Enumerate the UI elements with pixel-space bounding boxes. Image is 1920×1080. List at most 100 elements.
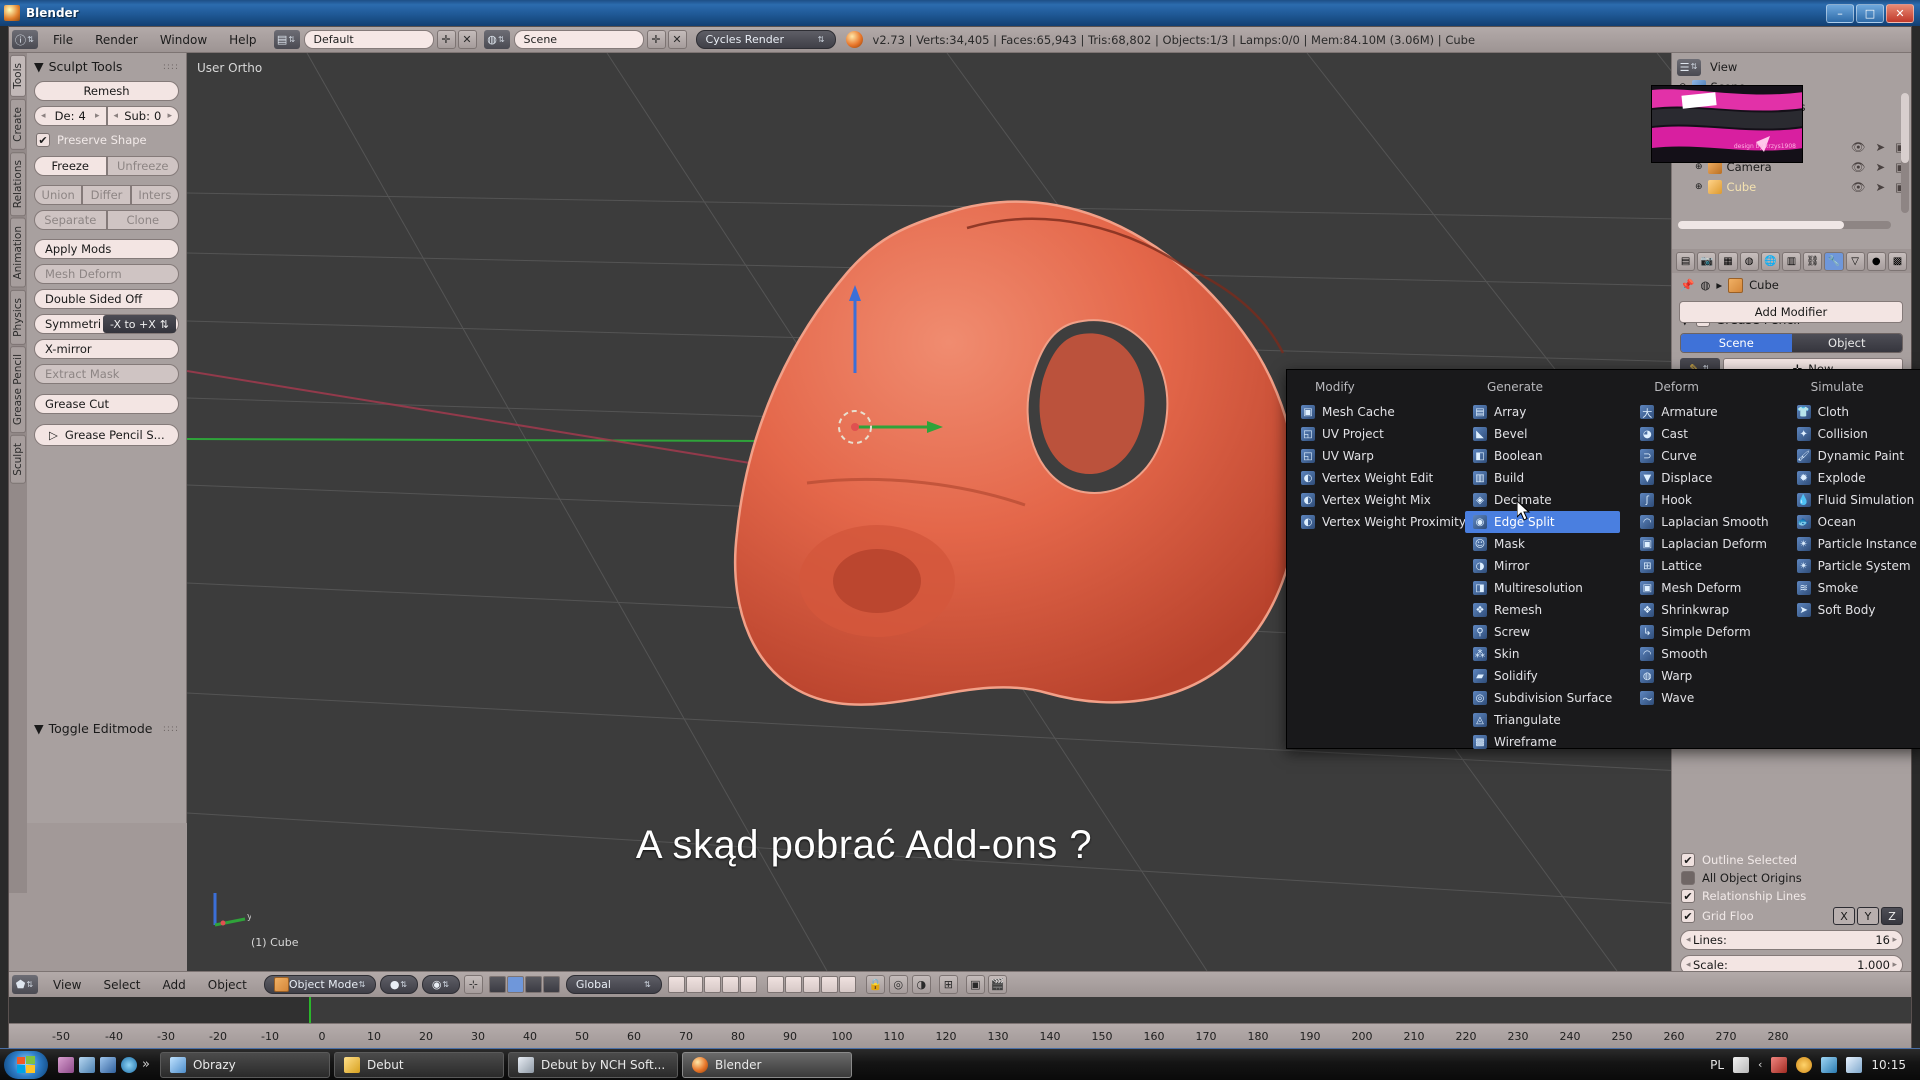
manipulator-rotate-toggle[interactable] <box>524 976 542 993</box>
snap-during-transform-button[interactable]: ⊹ <box>463 975 483 994</box>
layer-button[interactable] <box>739 976 757 993</box>
tab-render-layers[interactable]: ▦ <box>1718 251 1738 271</box>
mesh-deform-button[interactable]: Mesh Deform <box>34 264 179 284</box>
menu-item-build[interactable]: ▥ Build <box>1465 467 1620 489</box>
menu-item-uv-project[interactable]: ◱ UV Project <box>1293 423 1453 445</box>
menu-item-vertex-weight-edit[interactable]: ◐ Vertex Weight Edit <box>1293 467 1453 489</box>
snap-target-button[interactable]: ⊞ <box>938 975 958 994</box>
remesh-button[interactable]: Remesh <box>34 81 179 101</box>
differ-button[interactable]: Differ <box>82 185 131 205</box>
menu-item-mesh-cache[interactable]: ▣ Mesh Cache <box>1293 401 1453 423</box>
tab-render[interactable]: 📷 <box>1697 251 1717 271</box>
outliner-visibility-toggles[interactable]: 👁 ➤ ▣ <box>1851 140 1906 154</box>
manipulator-toggle-group[interactable] <box>488 976 560 993</box>
menu-item-multiresolution[interactable]: ◨ Multiresolution <box>1465 577 1620 599</box>
quick-launch-bar[interactable]: » <box>52 1056 156 1073</box>
tab-modifiers[interactable]: 🔧 <box>1824 251 1844 271</box>
scene-browse-icon[interactable]: ◍ ⇅ <box>483 30 510 49</box>
grease-cut-button[interactable]: Grease Cut <box>34 394 179 414</box>
recorder-icon[interactable] <box>1771 1056 1788 1073</box>
menu-item-explode[interactable]: ✹ Explode <box>1789 467 1920 489</box>
separate-button[interactable]: Separate <box>34 210 107 230</box>
menu-item-boolean[interactable]: ◧ Boolean <box>1465 445 1620 467</box>
layer-button[interactable] <box>685 976 703 993</box>
menu-item-dynamic-paint[interactable]: 🖌 Dynamic Paint <box>1789 445 1920 467</box>
menu-item-smooth[interactable]: ◠ Smooth <box>1632 643 1776 665</box>
layer-button[interactable] <box>838 976 856 993</box>
grease-pencil-source-toggle[interactable]: Scene Object <box>1680 333 1903 353</box>
toggle-editmode-header[interactable]: ▼ Toggle Editmode :::: <box>34 721 179 736</box>
tab-data[interactable]: ▽ <box>1845 251 1865 271</box>
layer-buttons-group-2[interactable] <box>766 976 856 993</box>
pivot-point-select[interactable]: ◉ ⇅ <box>421 975 460 994</box>
sidebar-item-physics[interactable]: Physics <box>10 289 26 345</box>
grid-axis-y[interactable]: Y <box>1857 907 1879 925</box>
close-button[interactable]: ✕ <box>1886 3 1914 23</box>
menu-item-vertex-weight-mix[interactable]: ◐ Vertex Weight Mix <box>1293 489 1453 511</box>
timeline-track-area[interactable] <box>9 997 1911 1023</box>
outliner-row-cube[interactable]: ⊕ Cube 👁 ➤ ▣ <box>1677 177 1906 197</box>
manipulator-translate-toggle[interactable] <box>506 976 524 993</box>
menu-item-ocean[interactable]: 🐟 Ocean <box>1789 511 1920 533</box>
menu-file[interactable]: File <box>42 31 84 49</box>
preserve-shape-row[interactable]: ✔ Preserve Shape <box>36 133 179 147</box>
menu-item-armature[interactable]: 大 Armature <box>1632 401 1776 423</box>
preserve-shape-checkbox[interactable]: ✔ <box>36 133 50 147</box>
menu-render[interactable]: Render <box>84 31 149 49</box>
menu-item-mirror[interactable]: ◑ Mirror <box>1465 555 1620 577</box>
grease-pencil-object-tab[interactable]: Object <box>1791 334 1902 352</box>
eye-icon[interactable]: 👁 <box>1851 140 1866 154</box>
scene-field[interactable]: Scene <box>513 30 644 49</box>
menu-item-particle-system[interactable]: ✴ Particle System <box>1789 555 1920 577</box>
render-engine-select[interactable]: Cycles Render ⇅ <box>695 30 836 49</box>
layer-button[interactable] <box>820 976 838 993</box>
layer-button[interactable] <box>802 976 820 993</box>
outliner-visibility-toggles[interactable]: 👁 ➤ ▣ <box>1851 160 1906 174</box>
menu-item-curve[interactable]: ⊃ Curve <box>1632 445 1776 467</box>
keyboard-icon[interactable] <box>1733 1056 1749 1073</box>
info-editor-icon[interactable]: ⓘ ⇅ <box>12 30 38 49</box>
layer-button[interactable] <box>784 976 802 993</box>
interaction-mode-select[interactable]: Object Mode ⇅ <box>263 975 376 994</box>
window-titlebar[interactable]: Blender – □ ✕ <box>0 0 1920 26</box>
tab-world[interactable]: 🌐 <box>1760 251 1780 271</box>
window-controls[interactable]: – □ ✕ <box>1826 3 1916 23</box>
viewport-menu-select[interactable]: Select <box>92 976 151 994</box>
screen-layout-icon[interactable]: ▤ ⇅ <box>273 30 300 49</box>
viewport-shading-select[interactable]: ● ⇅ <box>379 975 418 994</box>
relationship-lines-checkbox[interactable]: ✔ <box>1681 889 1695 903</box>
menu-item-hook[interactable]: ʃ Hook <box>1632 489 1776 511</box>
grid-axis-z[interactable]: Z <box>1881 907 1903 925</box>
menu-item-simple-deform[interactable]: ↳ Simple Deform <box>1632 621 1776 643</box>
outliner-view-menu[interactable]: View <box>1710 60 1737 74</box>
start-orb-icon[interactable] <box>4 1050 48 1079</box>
add-modifier-dropdown[interactable]: Modify ▣ Mesh Cache ◱ UV Project ◱ UV Warp … <box>1286 369 1920 749</box>
menu-item-skin[interactable]: ⁂ Skin <box>1465 643 1620 665</box>
unfreeze-button[interactable]: Unfreeze <box>106 156 179 176</box>
clone-button[interactable]: Clone <box>106 210 179 230</box>
relationship-lines-row[interactable]: ✔ Relationship Lines <box>1681 889 1903 903</box>
add-modifier-button[interactable]: Add Modifier <box>1679 301 1903 323</box>
minimize-button[interactable]: – <box>1826 3 1854 23</box>
menu-item-displace[interactable]: ▼ Displace <box>1632 467 1776 489</box>
menu-item-decimate[interactable]: ◈ Decimate <box>1465 489 1620 511</box>
screen-layout-field[interactable]: Default <box>303 30 434 49</box>
menu-item-fluid-simulation[interactable]: 💧 Fluid Simulation <box>1789 489 1920 511</box>
tab-texture[interactable]: ▩ <box>1887 251 1908 271</box>
tab-material[interactable]: ● <box>1866 251 1886 271</box>
expand-icon[interactable]: ⊕ <box>1695 182 1703 192</box>
menu-item-bevel[interactable]: ◣ Bevel <box>1465 423 1620 445</box>
timeline-playhead[interactable] <box>309 997 311 1023</box>
chevron-left-icon[interactable]: ‹ <box>1758 1058 1762 1071</box>
menu-item-subdivision-surface[interactable]: ◎ Subdivision Surface <box>1465 687 1620 709</box>
viewport-menu-object[interactable]: Object <box>197 976 258 994</box>
sculpt-tools-header[interactable]: ▼ Sculpt Tools :::: <box>34 59 179 74</box>
quicklaunch-media-icon[interactable] <box>58 1056 74 1073</box>
pin-icon[interactable]: 📌 <box>1680 278 1694 292</box>
sidebar-item-tools[interactable]: Tools <box>10 55 26 97</box>
manipulator-scale-toggle[interactable] <box>542 976 560 993</box>
outliner-visibility-toggles[interactable]: 👁 ➤ ▣ <box>1851 180 1906 194</box>
layer-button[interactable] <box>766 976 784 993</box>
menu-item-cast[interactable]: ◕ Cast <box>1632 423 1776 445</box>
menu-item-cloth[interactable]: 👕 Cloth <box>1789 401 1920 423</box>
